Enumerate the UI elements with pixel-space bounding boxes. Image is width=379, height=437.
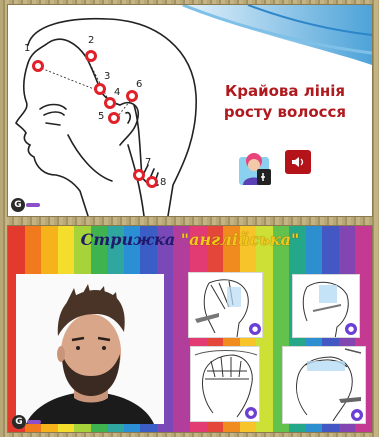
hairline-point-5[interactable] bbox=[108, 112, 120, 124]
marker-label-5: 5 bbox=[98, 111, 105, 122]
haircut-diagram-3[interactable]: ● bbox=[190, 346, 260, 422]
slide-title-line-2: росту волосся bbox=[223, 103, 347, 121]
avatar-icon[interactable] bbox=[237, 147, 279, 189]
logo-icon: G bbox=[11, 198, 25, 212]
haircut-diagram-4[interactable]: ● bbox=[282, 346, 366, 424]
hairline-point-8[interactable] bbox=[146, 176, 158, 188]
hairline-point-6[interactable] bbox=[126, 90, 138, 102]
play-badge-icon[interactable]: ● bbox=[249, 323, 261, 335]
slide-title-word-2: "англійська" bbox=[180, 230, 300, 249]
play-badge-icon[interactable]: ● bbox=[345, 323, 357, 335]
slide-english-haircut: Стрижка "англійська" ● ● ● ● G bbox=[8, 226, 372, 432]
marker-label-3: 3 bbox=[104, 71, 111, 82]
hairline-point-7[interactable] bbox=[133, 169, 145, 181]
man-portrait-image bbox=[16, 274, 164, 424]
head-profile-illustration bbox=[15, 17, 197, 216]
marker-label-4: 4 bbox=[114, 87, 121, 98]
speaker-icon bbox=[292, 157, 304, 167]
slide-title: Крайова лінія росту волосся bbox=[205, 81, 365, 123]
haircut-diagram-1[interactable]: ● bbox=[188, 272, 263, 338]
logo-bar bbox=[26, 203, 40, 207]
haircut-photo[interactable] bbox=[16, 274, 164, 424]
haircut-diagram-2[interactable]: ● bbox=[292, 274, 360, 338]
slide-hairline: 1 2 3 4 5 6 7 8 Крайова лінія росту воло… bbox=[8, 5, 372, 216]
marker-label-2: 2 bbox=[88, 35, 95, 46]
slide-title-word-1: Стрижка bbox=[80, 230, 176, 249]
marker-label-6: 6 bbox=[136, 79, 143, 90]
hairline-point-1[interactable] bbox=[32, 60, 44, 72]
hairline-point-2[interactable] bbox=[85, 50, 97, 62]
logo-bar bbox=[27, 420, 41, 424]
marker-label-1: 1 bbox=[24, 43, 31, 54]
hairline-point-3[interactable] bbox=[94, 83, 106, 95]
slide-title: Стрижка "англійська" bbox=[8, 230, 372, 249]
hairline-point-4[interactable] bbox=[104, 97, 116, 109]
marker-label-8: 8 bbox=[160, 177, 167, 188]
marker-label-7: 7 bbox=[145, 157, 152, 168]
sound-button[interactable] bbox=[285, 150, 311, 174]
logo-icon: G bbox=[12, 415, 26, 429]
play-badge-icon[interactable]: ● bbox=[245, 407, 257, 419]
slide-title-line-1: Крайова лінія bbox=[224, 82, 346, 100]
play-badge-icon[interactable]: ● bbox=[351, 409, 363, 421]
